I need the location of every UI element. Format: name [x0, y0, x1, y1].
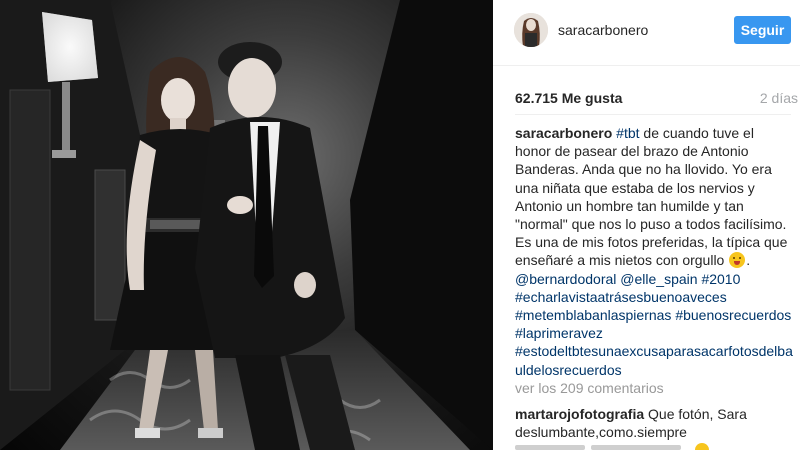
- avatar[interactable]: [514, 13, 548, 47]
- hashtag-link[interactable]: #metemblabanlaspiernas: [515, 307, 671, 323]
- hashtag-link[interactable]: #laprimeravez: [515, 325, 603, 341]
- hashtag-link[interactable]: #echarlavistaatrásesbuenoaveces: [515, 289, 727, 305]
- divider: [515, 114, 791, 115]
- hashtag-link[interactable]: #estodeltbtesunaexcusaparasacarfotosdelb…: [515, 343, 793, 377]
- tongue-out-emoji-icon: [729, 252, 746, 269]
- likes-count[interactable]: 62.715 Me gusta: [515, 90, 622, 106]
- view-all-comments-link[interactable]: ver los 209 comentarios: [515, 380, 664, 396]
- post-header: saracarbonero Seguir: [493, 0, 800, 66]
- post-photo[interactable]: [0, 0, 493, 450]
- comment-text-partial: [591, 445, 681, 450]
- caption-text: .: [746, 252, 751, 269]
- post-side-panel: saracarbonero Seguir 62.715 Me gusta 2 d…: [493, 0, 800, 450]
- follow-button[interactable]: Seguir: [734, 16, 791, 44]
- caption-username[interactable]: saracarbonero: [515, 125, 612, 141]
- post-timestamp[interactable]: 2 días: [760, 90, 798, 106]
- hashtag-link[interactable]: #buenosrecuerdos: [675, 307, 791, 323]
- comment-item-partial: [515, 443, 793, 450]
- photo-illustration: [0, 0, 493, 450]
- username-link[interactable]: saracarbonero: [558, 22, 648, 38]
- likes-row: 62.715 Me gusta 2 días: [515, 88, 798, 108]
- post-caption: saracarbonero #tbt de cuando tuve el hon…: [515, 124, 793, 379]
- hashtag-link[interactable]: #2010: [701, 271, 740, 287]
- hashtag-link[interactable]: #tbt: [616, 125, 639, 141]
- avatar-image: [514, 13, 548, 47]
- caption-text: de cuando tuve el honor de pasear del br…: [515, 125, 788, 269]
- mention-link[interactable]: @bernardodoral: [515, 271, 616, 287]
- left-door-far: [94, 169, 126, 321]
- left-door: [9, 89, 51, 391]
- comment-item: martarojofotografia Que fotón, Sara desl…: [515, 405, 793, 441]
- comment-username[interactable]: martarojofotografia: [515, 406, 644, 422]
- comment-username-partial: [515, 445, 585, 450]
- mention-link[interactable]: @elle_spain: [620, 271, 697, 287]
- emoji-icon: [695, 443, 709, 450]
